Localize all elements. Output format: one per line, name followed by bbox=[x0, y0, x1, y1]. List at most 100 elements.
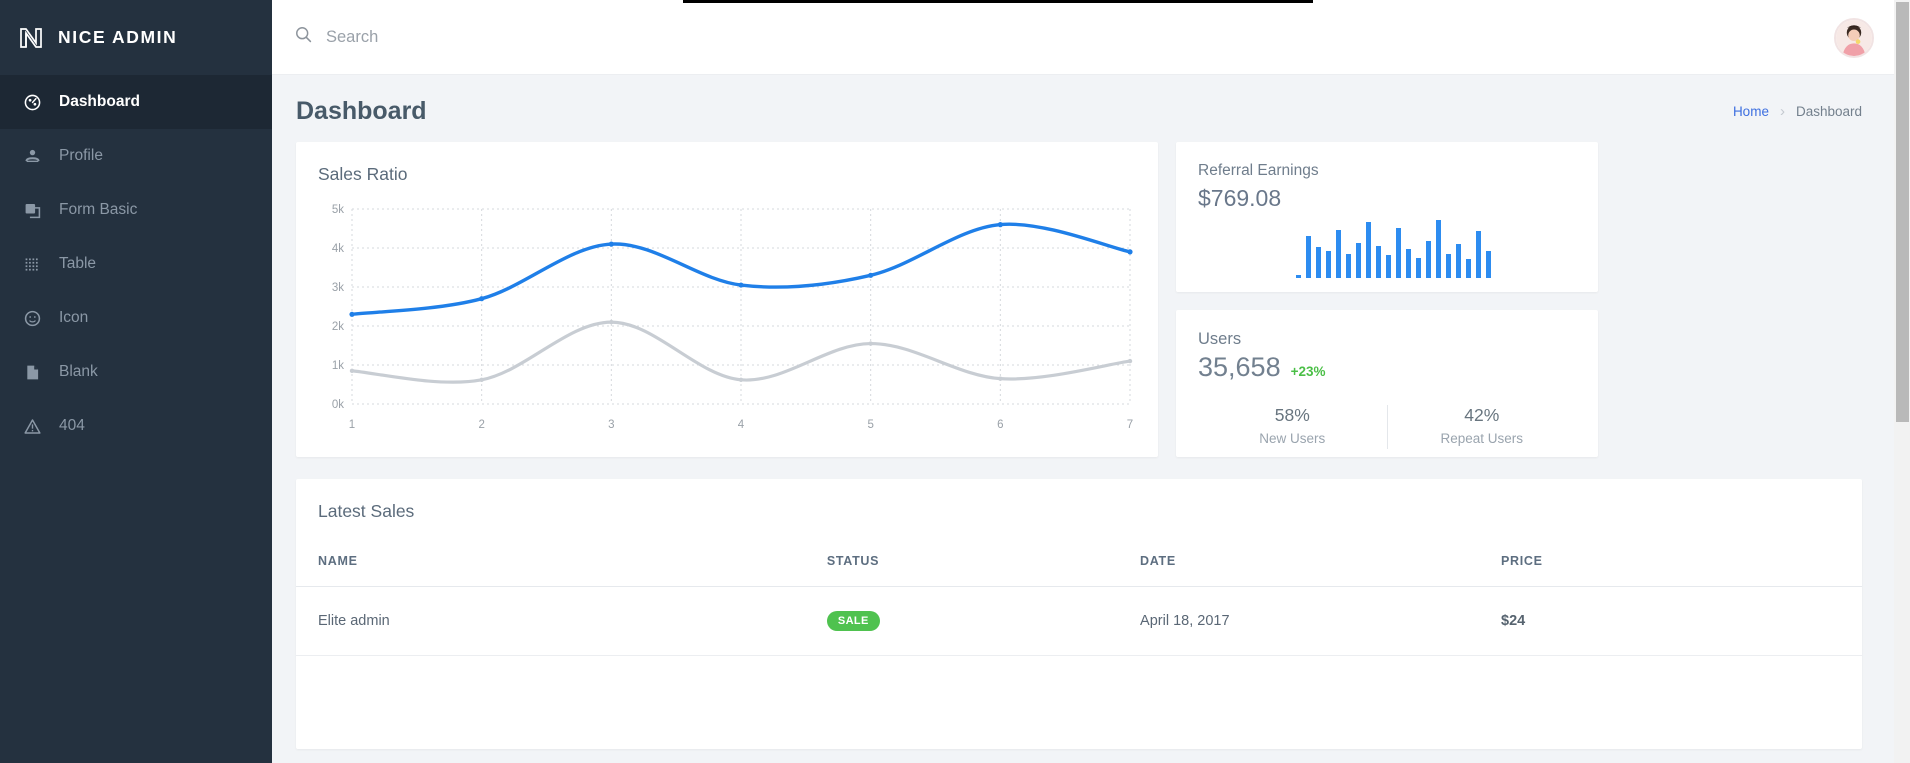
repeat-users-stat: 42% Repeat Users bbox=[1388, 405, 1577, 449]
referral-earnings-sparkline bbox=[1296, 216, 1491, 278]
page-scrollbar[interactable] bbox=[1894, 0, 1910, 763]
sales-ratio-title: Sales Ratio bbox=[318, 164, 1136, 185]
spark-bar bbox=[1456, 244, 1461, 278]
brand-logo-area[interactable]: NICE ADMIN bbox=[0, 0, 272, 75]
svg-text:3: 3 bbox=[608, 419, 614, 431]
sidebar-item-label: Icon bbox=[59, 309, 88, 327]
spark-bar bbox=[1396, 228, 1401, 278]
spark-bar bbox=[1366, 222, 1371, 278]
referral-earnings-amount: $769.08 bbox=[1198, 185, 1576, 212]
referral-earnings-card: Referral Earnings $769.08 bbox=[1176, 142, 1598, 292]
svg-text:5k: 5k bbox=[332, 204, 344, 216]
column-header-price: PRICE bbox=[1501, 554, 1862, 587]
spark-bar bbox=[1386, 255, 1391, 278]
top-header-bar bbox=[272, 0, 1910, 75]
spark-bar bbox=[1406, 249, 1411, 278]
breadcrumb-home-link[interactable]: Home bbox=[1733, 104, 1769, 119]
sidebar-item-404[interactable]: 404 bbox=[0, 399, 272, 453]
table-row[interactable]: Elite admin SALE April 18, 2017 $24 bbox=[296, 587, 1862, 656]
spark-bar bbox=[1346, 254, 1351, 278]
spark-bar bbox=[1376, 246, 1381, 278]
new-users-pct: 58% bbox=[1198, 405, 1387, 426]
sales-ratio-chart[interactable]: 0k1k2k3k4k5k1234567 bbox=[318, 199, 1134, 449]
cell-name: Elite admin bbox=[296, 587, 827, 656]
users-delta-badge: +23% bbox=[1291, 364, 1326, 379]
sidebar-item-label: Table bbox=[59, 255, 96, 273]
repeat-users-pct: 42% bbox=[1388, 405, 1577, 426]
dashboard-top-row: Sales Ratio 0k1k2k3k4k5k1234567 Referral… bbox=[272, 142, 1894, 457]
new-users-label: New Users bbox=[1198, 431, 1387, 446]
status-badge: SALE bbox=[827, 611, 880, 631]
spark-bar bbox=[1446, 254, 1451, 278]
browser-chrome-strip bbox=[683, 0, 1313, 3]
user-icon bbox=[22, 146, 43, 167]
spark-bar bbox=[1416, 258, 1421, 278]
sidebar-item-blank[interactable]: Blank bbox=[0, 345, 272, 399]
cell-price: $24 bbox=[1501, 587, 1862, 656]
document-icon bbox=[22, 362, 43, 383]
spark-bar bbox=[1486, 251, 1491, 278]
users-card: Users 35,658 +23% 58% New Users 42% Repe… bbox=[1176, 310, 1598, 457]
page-title: Dashboard bbox=[296, 97, 427, 126]
breadcrumb: Home › Dashboard bbox=[1733, 103, 1862, 120]
spark-bar bbox=[1326, 251, 1331, 278]
sidebar-item-table[interactable]: Table bbox=[0, 237, 272, 291]
latest-sales-table: NAME STATUS DATE PRICE Elite admin SALE … bbox=[296, 554, 1862, 656]
spark-bar bbox=[1356, 243, 1361, 278]
referral-earnings-title: Referral Earnings bbox=[1198, 162, 1576, 180]
users-count-row: 35,658 +23% bbox=[1198, 352, 1576, 383]
page-header: Dashboard Home › Dashboard bbox=[272, 75, 1894, 142]
svg-text:1: 1 bbox=[349, 419, 355, 431]
spark-bar bbox=[1476, 231, 1481, 278]
sidebar-item-label: Blank bbox=[59, 363, 98, 381]
speedometer-icon bbox=[22, 92, 43, 113]
main-content: Dashboard Home › Dashboard Sales Ratio 0… bbox=[272, 75, 1894, 763]
users-count: 35,658 bbox=[1198, 352, 1281, 383]
spark-bar bbox=[1296, 275, 1301, 278]
sidebar-item-label: 404 bbox=[59, 417, 85, 435]
spark-bar bbox=[1316, 247, 1321, 278]
avatar[interactable] bbox=[1834, 18, 1874, 58]
new-users-stat: 58% New Users bbox=[1198, 405, 1387, 449]
spark-bar bbox=[1336, 230, 1341, 278]
svg-text:0k: 0k bbox=[332, 399, 344, 411]
table-header-row: NAME STATUS DATE PRICE bbox=[296, 554, 1862, 587]
breadcrumb-current: Dashboard bbox=[1796, 104, 1862, 119]
users-title: Users bbox=[1198, 330, 1576, 349]
sidebar-item-icon[interactable]: Icon bbox=[0, 291, 272, 345]
users-split-stats: 58% New Users 42% Repeat Users bbox=[1198, 405, 1576, 449]
sidebar-item-label: Profile bbox=[59, 147, 103, 165]
scrollbar-thumb[interactable] bbox=[1896, 2, 1909, 422]
spark-bar bbox=[1436, 220, 1441, 278]
breadcrumb-separator-icon: › bbox=[1780, 103, 1785, 120]
svg-text:7: 7 bbox=[1127, 419, 1133, 431]
latest-sales-title: Latest Sales bbox=[296, 501, 1862, 522]
spark-bar bbox=[1306, 236, 1311, 278]
search-box[interactable] bbox=[294, 25, 746, 49]
column-header-status: STATUS bbox=[827, 554, 1140, 587]
sidebar-item-dashboard[interactable]: Dashboard bbox=[0, 75, 272, 129]
nice-admin-logo-icon bbox=[18, 25, 44, 51]
svg-text:1k: 1k bbox=[332, 360, 344, 372]
svg-text:6: 6 bbox=[997, 419, 1003, 431]
smiley-face-icon bbox=[22, 308, 43, 329]
sidebar: NICE ADMIN Dashboard Profile bbox=[0, 0, 272, 763]
sidebar-item-form-basic[interactable]: Form Basic bbox=[0, 183, 272, 237]
search-input[interactable] bbox=[326, 28, 746, 47]
sales-ratio-card: Sales Ratio 0k1k2k3k4k5k1234567 bbox=[296, 142, 1158, 457]
spark-bar bbox=[1426, 241, 1431, 278]
column-header-date: DATE bbox=[1140, 554, 1501, 587]
search-icon bbox=[294, 25, 313, 49]
svg-text:2k: 2k bbox=[332, 321, 344, 333]
sidebar-item-profile[interactable]: Profile bbox=[0, 129, 272, 183]
dashboard-right-column: Referral Earnings $769.08 Users 35,658 +… bbox=[1176, 142, 1598, 457]
svg-text:4k: 4k bbox=[332, 243, 344, 255]
grid-dots-icon bbox=[22, 254, 43, 275]
warning-triangle-icon bbox=[22, 416, 43, 437]
svg-text:5: 5 bbox=[867, 419, 873, 431]
latest-sales-card: Latest Sales NAME STATUS DATE PRICE Elit… bbox=[296, 479, 1862, 749]
layers-icon bbox=[22, 200, 43, 221]
cell-status: SALE bbox=[827, 587, 1140, 656]
spark-bar bbox=[1466, 259, 1471, 278]
column-header-name: NAME bbox=[296, 554, 827, 587]
